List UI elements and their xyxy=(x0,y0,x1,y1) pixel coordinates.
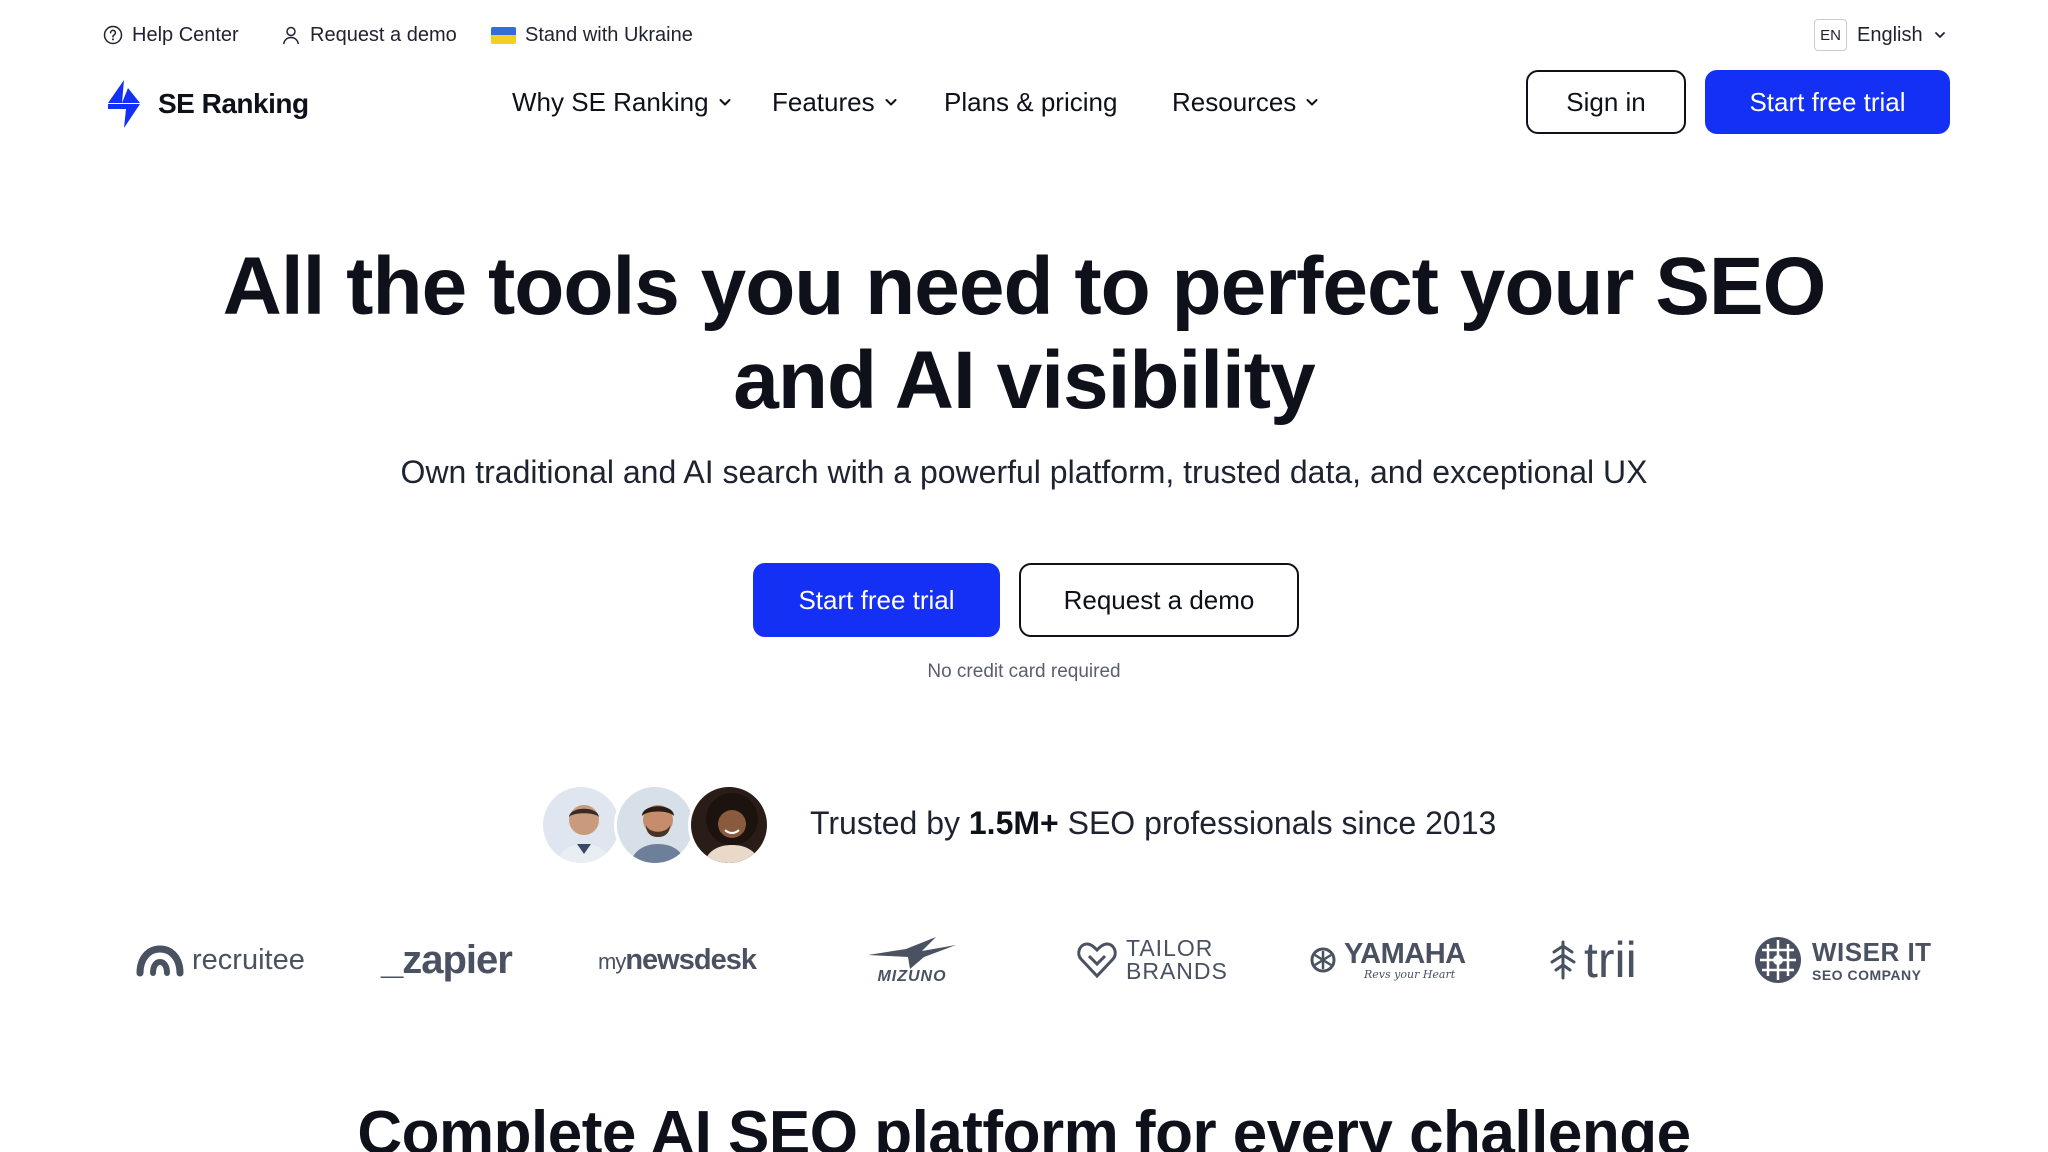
avatar xyxy=(540,784,622,866)
yamaha-tuning-forks-icon xyxy=(1310,947,1336,973)
zapier-logo: _zapier xyxy=(381,930,513,990)
se-ranking-logo-icon xyxy=(108,80,140,128)
utility-bar: Help Center Request a demo Stand with Uk… xyxy=(0,0,2048,70)
request-demo-label: Request a demo xyxy=(310,23,457,46)
hero-title-line-1: All the tools you need to perfect your S… xyxy=(222,241,1827,332)
nav-why-se-ranking[interactable]: Why SE Ranking xyxy=(512,83,733,121)
trii-logo: trii xyxy=(1550,930,1637,990)
request-demo-hero-button[interactable]: Request a demo xyxy=(1019,563,1299,637)
wiser-it-brain-icon xyxy=(1755,937,1801,983)
nav-features-label: Features xyxy=(772,86,875,117)
yamaha-tagline: Revs your Heart xyxy=(1364,968,1456,981)
stand-with-ukraine-link[interactable]: Stand with Ukraine xyxy=(491,22,693,48)
trii-tree-icon xyxy=(1550,940,1576,980)
hero-title: All the tools you need to perfect your S… xyxy=(0,240,2048,428)
recruitee-logo: recruitee xyxy=(136,930,305,990)
help-center-label: Help Center xyxy=(132,23,239,46)
se-ranking-logo[interactable]: SE Ranking xyxy=(102,79,309,129)
yamaha-logo: YAMAHA Revs your Heart xyxy=(1310,930,1466,990)
customer-avatars xyxy=(540,784,770,866)
trusted-by-prefix: Trusted by xyxy=(810,805,969,841)
question-circle-icon xyxy=(103,25,123,45)
brands-wordmark: BRANDS xyxy=(1126,958,1228,984)
hero-title-line-2: and AI visibility xyxy=(733,335,1315,426)
nav-resources[interactable]: Resources xyxy=(1172,83,1320,121)
language-selector[interactable]: EN English xyxy=(1814,19,1947,51)
no-credit-card-note: No credit card required xyxy=(927,661,1121,682)
trusted-by-suffix: SEO professionals since 2013 xyxy=(1058,805,1497,841)
yamaha-wordmark: YAMAHA xyxy=(1344,938,1466,970)
ukraine-flag-icon xyxy=(491,26,516,44)
language-label: English xyxy=(1857,23,1923,46)
trusted-by-text: Trusted by 1.5M+ SEO professionals since… xyxy=(810,805,1496,842)
help-center-link[interactable]: Help Center xyxy=(103,22,239,48)
trusted-by-count: 1.5M+ xyxy=(968,805,1059,841)
chevron-down-icon xyxy=(1934,32,1945,38)
mizuno-logo: MIZUNO xyxy=(866,930,958,990)
avatar xyxy=(688,784,770,866)
nav-features[interactable]: Features xyxy=(772,83,899,121)
platform-section-title: Complete AI SEO platform for every chall… xyxy=(357,1099,1691,1152)
wiser-it-tagline: SEO COMPANY xyxy=(1812,966,1922,983)
tailor-brands-logo: TAILOR BRANDS xyxy=(1076,930,1228,990)
mynewsdesk-prefix: my xyxy=(598,948,626,974)
wiser-it-logo: WISER IT SEO COMPANY xyxy=(1752,930,1932,990)
hero-subtitle: Own traditional and AI search with a pow… xyxy=(400,454,1648,490)
tailor-brands-heart-icon xyxy=(1077,942,1117,979)
avatar xyxy=(614,784,696,866)
tailor-wordmark: TAILOR xyxy=(1126,935,1214,961)
trii-wordmark: trii xyxy=(1584,932,1637,988)
start-free-trial-hero-button[interactable]: Start free trial xyxy=(753,563,1000,637)
nav-resources-label: Resources xyxy=(1172,86,1297,117)
request-demo-link[interactable]: Request a demo xyxy=(281,22,457,48)
brand-name: SE Ranking xyxy=(158,88,309,119)
nav-why-se-ranking-label: Why SE Ranking xyxy=(512,86,709,117)
chevron-down-icon xyxy=(1306,99,1318,106)
chevron-down-icon xyxy=(885,99,897,106)
mynewsdesk-logo: mynewsdesk xyxy=(598,930,757,990)
wiser-it-wordmark: WISER IT xyxy=(1812,936,1932,967)
mizuno-wordmark: MIZUNO xyxy=(877,968,947,985)
chevron-down-icon xyxy=(719,99,731,106)
stand-with-ukraine-label: Stand with Ukraine xyxy=(525,23,693,46)
nav-plans-pricing[interactable]: Plans & pricing xyxy=(944,83,1117,121)
user-icon xyxy=(283,26,299,45)
recruitee-wordmark: recruitee xyxy=(192,943,305,976)
mizuno-runbird-icon xyxy=(868,937,956,969)
zapier-wordmark: _zapier xyxy=(381,937,513,982)
language-code-badge: EN xyxy=(1814,19,1847,51)
mynewsdesk-wordmark: mynewsdesk xyxy=(598,943,757,977)
nav-plans-pricing-label: Plans & pricing xyxy=(944,86,1118,117)
sign-in-button[interactable]: Sign in xyxy=(1526,70,1686,134)
start-free-trial-nav-button[interactable]: Start free trial xyxy=(1705,70,1950,134)
mynewsdesk-main: newsdesk xyxy=(625,943,757,976)
recruitee-mark-icon xyxy=(136,945,184,977)
